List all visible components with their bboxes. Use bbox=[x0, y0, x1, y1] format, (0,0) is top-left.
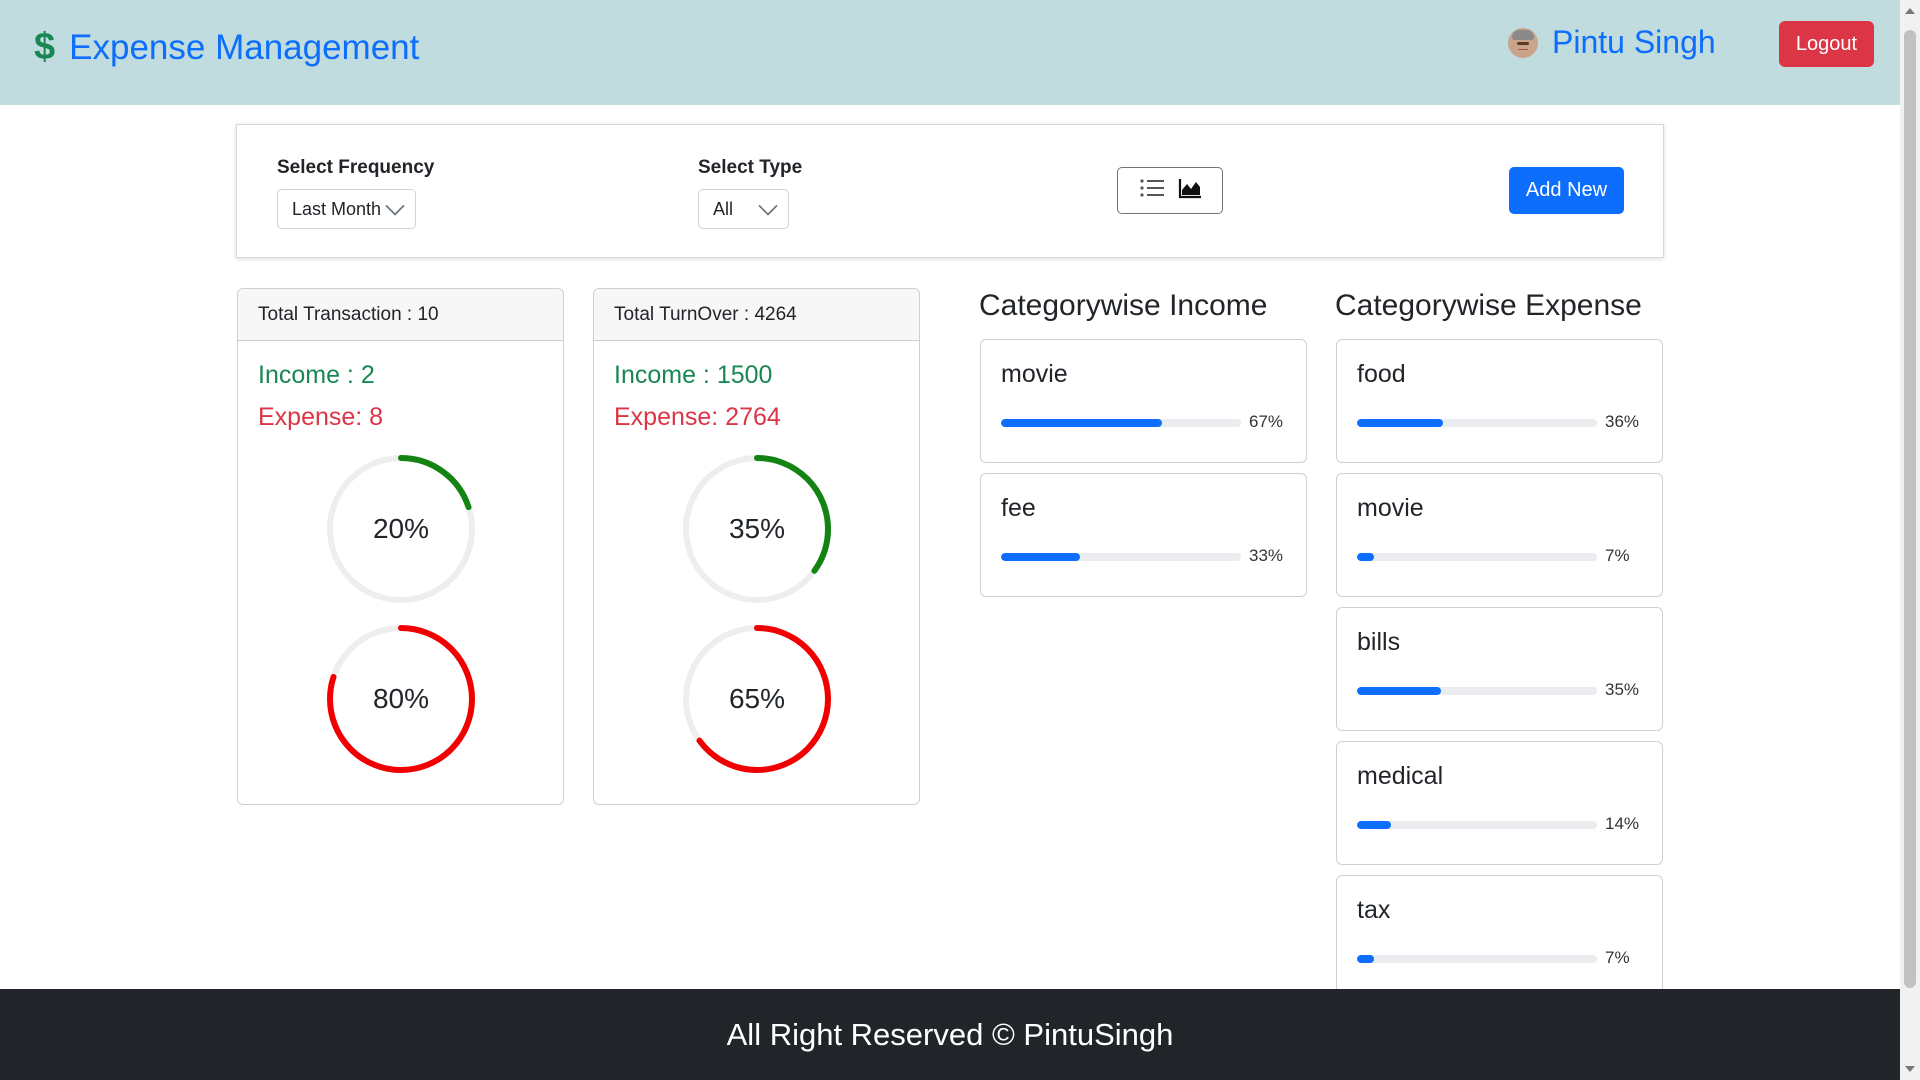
logout-button[interactable]: Logout bbox=[1779, 21, 1874, 67]
area-chart-icon[interactable] bbox=[1178, 177, 1202, 204]
category-percent: 14% bbox=[1605, 814, 1640, 833]
type-value: All bbox=[713, 199, 734, 219]
transaction-total: Total Transaction : 10 bbox=[238, 289, 563, 341]
income-category-card: movie 67% bbox=[980, 339, 1307, 463]
expense-category-card: bills 35% bbox=[1336, 607, 1663, 731]
progress-track bbox=[1001, 553, 1241, 561]
category-name: tax bbox=[1357, 896, 1391, 924]
type-label: Select Type bbox=[698, 157, 803, 178]
turnover-total: Total TurnOver : 4264 bbox=[594, 289, 919, 341]
progress-fill bbox=[1001, 419, 1162, 427]
scroll-down-icon[interactable] bbox=[1905, 1066, 1915, 1072]
avatar-icon bbox=[1508, 27, 1538, 58]
category-percent: 36% bbox=[1605, 412, 1640, 431]
list-icon[interactable] bbox=[1139, 177, 1165, 204]
progress-fill bbox=[1357, 687, 1441, 695]
category-name: movie bbox=[1357, 494, 1424, 522]
expense-category-card: tax 7% bbox=[1336, 875, 1663, 999]
turnover-income: Income : 1500 bbox=[614, 361, 773, 389]
scrollbar-thumb[interactable] bbox=[1904, 30, 1916, 988]
turnover-expense: Expense: 2764 bbox=[614, 403, 781, 431]
progress-fill bbox=[1357, 955, 1374, 963]
dollar-icon: $ bbox=[34, 26, 56, 68]
transaction-income-percent: 20% bbox=[372, 513, 430, 544]
income-category-heading: Categorywise Income bbox=[979, 289, 1268, 322]
progress-fill bbox=[1357, 821, 1391, 829]
brand-title: Expense Management bbox=[69, 27, 420, 67]
frequency-select[interactable]: Last Month bbox=[277, 189, 416, 229]
footer: All Right Reserved © PintuSingh bbox=[0, 989, 1900, 1080]
type-select[interactable]: All bbox=[698, 189, 789, 229]
transaction-expense-ring: 80% bbox=[326, 624, 476, 774]
brand[interactable]: $ Expense Management bbox=[34, 26, 419, 69]
frequency-label: Select Frequency bbox=[277, 157, 435, 178]
category-name: fee bbox=[1001, 494, 1036, 522]
expense-category-card: food 36% bbox=[1336, 339, 1663, 463]
turnover-expense-ring: 65% bbox=[682, 624, 832, 774]
progress-fill bbox=[1001, 553, 1081, 561]
category-name: food bbox=[1357, 360, 1406, 388]
progress-track bbox=[1357, 821, 1597, 829]
frequency-value: Last Month bbox=[292, 199, 382, 219]
chevron-down-icon bbox=[385, 196, 405, 216]
turnover-income-ring: 35% bbox=[682, 454, 832, 604]
expense-category-card: movie 7% bbox=[1336, 473, 1663, 597]
user-info: Pintu Singh bbox=[1508, 24, 1716, 61]
category-name: movie bbox=[1001, 360, 1068, 388]
scrollbar[interactable] bbox=[1900, 0, 1920, 1080]
navbar: $ Expense Management Pintu Singh Logout bbox=[0, 0, 1900, 105]
turnover-expense-percent: 65% bbox=[728, 683, 786, 714]
progress-track bbox=[1357, 687, 1597, 695]
transaction-expense-percent: 80% bbox=[372, 683, 430, 714]
scroll-up-icon[interactable] bbox=[1905, 8, 1915, 14]
transaction-card: Total Transaction : 10 Income : 2 Expens… bbox=[237, 288, 564, 805]
category-percent: 7% bbox=[1605, 546, 1630, 565]
category-name: medical bbox=[1357, 762, 1444, 790]
progress-track bbox=[1357, 553, 1597, 561]
progress-track bbox=[1357, 955, 1597, 963]
transaction-expense: Expense: 8 bbox=[258, 403, 384, 431]
category-percent: 35% bbox=[1605, 680, 1640, 699]
progress-track bbox=[1357, 419, 1597, 427]
category-percent: 33% bbox=[1249, 546, 1284, 565]
chevron-down-icon bbox=[758, 196, 778, 216]
progress-fill bbox=[1357, 553, 1374, 561]
expense-category-card: medical 14% bbox=[1336, 741, 1663, 865]
progress-track bbox=[1001, 419, 1241, 427]
category-percent: 7% bbox=[1605, 948, 1630, 967]
filter-bar: Select Frequency Last Month Select Type … bbox=[236, 124, 1664, 258]
progress-fill bbox=[1357, 419, 1444, 427]
user-name: Pintu Singh bbox=[1552, 24, 1716, 60]
footer-text: All Right Reserved © PintuSingh bbox=[726, 1016, 1174, 1052]
turnover-card: Total TurnOver : 4264 Income : 1500 Expe… bbox=[593, 288, 920, 805]
category-percent: 67% bbox=[1249, 412, 1284, 431]
view-toggle bbox=[1117, 167, 1223, 214]
expense-category-heading: Categorywise Expense bbox=[1335, 289, 1642, 322]
transaction-income: Income : 2 bbox=[258, 361, 375, 389]
category-name: bills bbox=[1357, 628, 1401, 656]
add-new-button[interactable]: Add New bbox=[1509, 167, 1624, 214]
income-category-card: fee 33% bbox=[980, 473, 1307, 597]
transaction-income-ring: 20% bbox=[326, 454, 476, 604]
turnover-income-percent: 35% bbox=[728, 513, 786, 544]
